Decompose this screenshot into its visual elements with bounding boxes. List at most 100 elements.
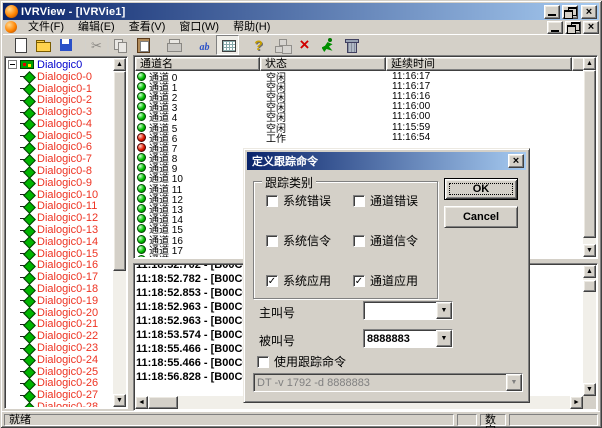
tree-item[interactable]: Dialogic0-13	[6, 224, 113, 236]
column-header-name[interactable]: 通道名	[135, 57, 260, 71]
toolbar-button[interactable]	[8, 35, 31, 55]
tree-item[interactable]: Dialogic0-12	[6, 212, 113, 224]
tree-item[interactable]: Dialogic0-2	[6, 94, 113, 106]
toolbar-button[interactable]	[247, 35, 270, 55]
minimize-button[interactable]	[544, 5, 560, 19]
scroll-up-icon[interactable]: ▲	[113, 58, 126, 71]
tree-item[interactable]: Dialogic0-25	[6, 366, 113, 378]
scroll-right-icon[interactable]: ►	[570, 396, 583, 409]
scrollbar-thumb[interactable]	[583, 280, 596, 292]
cancel-button[interactable]: Cancel	[444, 206, 518, 228]
scroll-left-icon[interactable]: ◄	[135, 396, 148, 409]
tree-item[interactable]: Dialogic0-4	[6, 118, 113, 130]
tree-item[interactable]: Dialogic0-5	[6, 130, 113, 142]
called-number-combobox[interactable]: 8888883 ▼	[363, 329, 453, 348]
menu-item[interactable]: 文件(F)	[21, 20, 71, 34]
toolbar-button[interactable]	[131, 35, 154, 55]
toolbar-button[interactable]	[162, 35, 185, 55]
toolbar-button[interactable]	[54, 35, 77, 55]
tree-item[interactable]: Dialogic0-28	[6, 401, 113, 407]
tree-item[interactable]: Dialogic0-3	[6, 106, 113, 118]
tree-item[interactable]: Dialogic0-7	[6, 153, 113, 165]
checkbox-row[interactable]: 通道错误	[353, 194, 418, 207]
tree-item[interactable]: Dialogic0-27	[6, 389, 113, 401]
use-trace-command-checkbox[interactable]	[257, 356, 269, 368]
list-vertical-scrollbar[interactable]: ▲ ▼	[583, 57, 596, 257]
use-trace-command-checkbox-row[interactable]: 使用跟踪命令	[257, 355, 346, 368]
checkbox-row[interactable]: 系统信令	[266, 234, 331, 247]
dialog-close-button[interactable]: ×	[508, 154, 524, 168]
toolbar-button[interactable]	[216, 35, 239, 55]
calling-number-combobox[interactable]: ▼	[363, 301, 453, 320]
dropdown-icon[interactable]: ▼	[436, 302, 452, 319]
checkbox[interactable]: ✓	[266, 275, 278, 287]
tree-item[interactable]: Dialogic0-14	[6, 236, 113, 248]
scrollbar-thumb[interactable]	[583, 70, 596, 238]
toolbar-button[interactable]	[108, 35, 131, 55]
board-icon	[20, 60, 34, 69]
dropdown-icon[interactable]: ▼	[436, 330, 452, 347]
toolbar-button[interactable]	[293, 35, 316, 55]
checkbox[interactable]: ✓	[353, 275, 365, 287]
child-close-button[interactable]: ×	[583, 21, 599, 34]
tree-item[interactable]: Dialogic0-17	[6, 271, 113, 283]
menu-item[interactable]: 窗口(W)	[172, 20, 226, 34]
toolbar-button[interactable]	[85, 35, 108, 55]
log-vertical-scrollbar[interactable]: ▲ ▼	[583, 265, 596, 396]
scroll-up-icon[interactable]: ▲	[583, 57, 596, 70]
tree-item[interactable]: Dialogic0-1	[6, 83, 113, 95]
child-restore-button[interactable]	[565, 21, 581, 34]
scrollbar-thumb[interactable]	[113, 71, 126, 271]
checkbox-row[interactable]: ✓ 通道应用	[353, 274, 418, 287]
checkbox[interactable]	[266, 235, 278, 247]
tree-item-label: Dialogic0-2	[37, 94, 92, 106]
column-header-status[interactable]: 状态	[260, 57, 386, 71]
menu-item[interactable]: 帮助(H)	[226, 20, 277, 34]
checkbox-row[interactable]: 系统错误	[266, 194, 331, 207]
checkbox-row[interactable]: 通道信令	[353, 234, 418, 247]
checkbox[interactable]	[353, 235, 365, 247]
scroll-up-icon[interactable]: ▲	[583, 265, 596, 278]
tree-item[interactable]: Dialogic0-26	[6, 378, 113, 390]
checkbox-row[interactable]: ✓ 系统应用	[266, 274, 331, 287]
toolbar-button[interactable]	[316, 35, 339, 55]
tree-item[interactable]: Dialogic0-21	[6, 319, 113, 331]
checkbox[interactable]	[266, 195, 278, 207]
tree-item-label: Dialogic0-21	[37, 318, 98, 330]
scroll-down-icon[interactable]: ▼	[583, 244, 596, 257]
scrollbar-thumb[interactable]	[148, 396, 178, 409]
tree-item[interactable]: Dialogic0-0	[6, 71, 113, 83]
tree-vertical-scrollbar[interactable]: ▲ ▼	[113, 58, 126, 407]
menu-item[interactable]: 查看(V)	[122, 20, 173, 34]
tree-item[interactable]: Dialogic0-9	[6, 177, 113, 189]
tree-root-item[interactable]: Dialogic0	[6, 59, 113, 71]
column-header-time[interactable]: 延续时间	[386, 57, 572, 71]
tree-item-label: Dialogic0-1	[37, 83, 92, 95]
tree-item[interactable]: Dialogic0-6	[6, 142, 113, 154]
tree-item[interactable]: Dialogic0-11	[6, 201, 113, 213]
tree-item[interactable]: Dialogic0-23	[6, 342, 113, 354]
tree-item[interactable]: Dialogic0-16	[6, 260, 113, 272]
toolbar-button[interactable]	[339, 35, 362, 55]
tree-item[interactable]: Dialogic0-24	[6, 354, 113, 366]
checkbox[interactable]	[353, 195, 365, 207]
toolbar-button[interactable]	[31, 35, 54, 55]
collapse-icon[interactable]	[8, 60, 17, 69]
scroll-down-icon[interactable]: ▼	[113, 394, 126, 407]
tree-item[interactable]: Dialogic0-18	[6, 283, 113, 295]
tree-item[interactable]: Dialogic0-19	[6, 295, 113, 307]
toolbar-button[interactable]	[193, 35, 216, 55]
app-window: IVRView - [IVRVie1] × 文件(F) 编辑(E) 查看(V) …	[0, 0, 602, 428]
close-button[interactable]: ×	[581, 5, 597, 19]
tree-item[interactable]: Dialogic0-10	[6, 189, 113, 201]
tree-item[interactable]: Dialogic0-20	[6, 307, 113, 319]
toolbar-button[interactable]	[270, 35, 293, 55]
scroll-down-icon[interactable]: ▼	[583, 383, 596, 396]
restore-button[interactable]	[562, 5, 578, 19]
child-minimize-button[interactable]	[547, 21, 563, 34]
ok-button[interactable]: OK	[444, 178, 518, 200]
tree-item[interactable]: Dialogic0-15	[6, 248, 113, 260]
menu-item[interactable]: 编辑(E)	[71, 20, 122, 34]
tree-item[interactable]: Dialogic0-22	[6, 330, 113, 342]
tree-item[interactable]: Dialogic0-8	[6, 165, 113, 177]
